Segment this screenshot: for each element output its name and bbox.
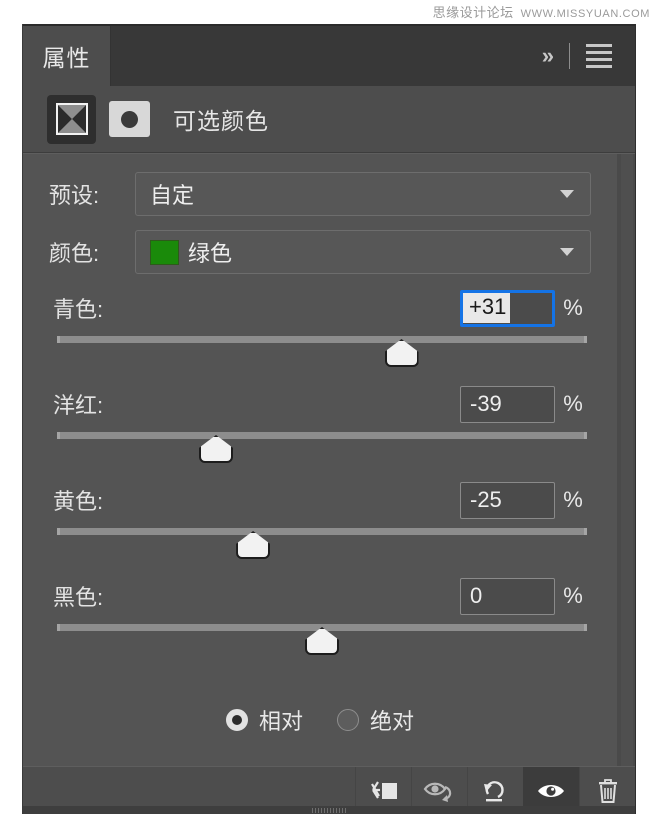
- slider-header-black: 黑色: 0%: [49, 576, 591, 616]
- radio-relative-button[interactable]: [225, 709, 248, 731]
- colors-dropdown[interactable]: 绿色: [135, 230, 591, 274]
- slider-value-magenta: -39: [470, 391, 502, 416]
- grip-lines: [312, 807, 346, 813]
- adjustment-title: 可选颜色: [173, 108, 269, 134]
- watermark-site-name: 思缘设计论坛: [432, 5, 514, 20]
- reset-arrow-icon: [483, 780, 504, 801]
- slider-track-wrap-yellow[interactable]: [57, 522, 587, 562]
- slider-header-magenta: 洋红: -39%: [49, 384, 591, 424]
- panel-body: 预设: 自定 颜色: 绿色 青色: +31 % 洋红: -39 % 黄色: -2…: [23, 153, 635, 766]
- slider-track-wrap-cyan[interactable]: [57, 330, 587, 370]
- slider-value-cyan: +31: [463, 293, 511, 323]
- colors-label: 颜色:: [49, 241, 100, 266]
- panel-controls: »: [538, 26, 635, 86]
- preset-row: 预设: 自定: [49, 172, 591, 216]
- slider-header-yellow: 黄色: -25%: [49, 480, 591, 520]
- slider-row-black: 黑色: 0%: [49, 576, 591, 658]
- slider-track-wrap-magenta[interactable]: [57, 426, 587, 466]
- slider-input-yellow[interactable]: -25: [460, 481, 555, 519]
- slider-row-magenta: 洋红: -39%: [49, 384, 591, 466]
- slider-row-cyan: 青色: +31%: [49, 288, 591, 370]
- slider-list: 青色: +31% 洋红: -39% 黄色: -25% 黑色: 0%: [49, 288, 591, 658]
- adjustment-title-strip: 可选颜色: [23, 86, 635, 153]
- slider-unit-black: %: [563, 583, 583, 608]
- slider-label-magenta: 洋红:: [53, 393, 104, 418]
- slider-track-magenta[interactable]: [57, 432, 587, 439]
- mask-dot: [121, 110, 138, 128]
- slider-input-black[interactable]: 0: [460, 577, 555, 615]
- slider-value-black: 0: [470, 583, 483, 608]
- chevron-down-icon: [560, 190, 574, 198]
- slider-track-wrap-black[interactable]: [57, 618, 587, 658]
- slider-track-yellow[interactable]: [57, 528, 587, 535]
- hamburger-menu-icon[interactable]: [583, 41, 615, 71]
- selective-color-adjustment-icon[interactable]: [47, 94, 96, 144]
- method-radio-group: 相对 绝对: [49, 704, 591, 736]
- preset-dropdown[interactable]: 自定: [135, 172, 591, 216]
- slider-label-black: 黑色:: [53, 585, 104, 610]
- tab-properties-label: 属性: [42, 45, 91, 71]
- screenshot-root: 思缘设计论坛 WWW.MISSYUAN.COM 属性 » 可选颜色 预设: 自定…: [0, 0, 658, 830]
- watermark-site-url: WWW.MISSYUAN.COM: [520, 8, 650, 20]
- colors-value: 绿色: [188, 241, 233, 266]
- eye-visibility-icon: [538, 784, 564, 797]
- panel-resize-grip[interactable]: [23, 806, 635, 814]
- preset-value: 自定: [150, 183, 195, 208]
- slider-label-cyan: 青色:: [53, 297, 104, 322]
- radio-relative[interactable]: 相对: [225, 704, 303, 736]
- panel-content: 预设: 自定 颜色: 绿色 青色: +31 % 洋红: -39 % 黄色: -2…: [23, 154, 617, 766]
- properties-panel: 属性 » 可选颜色 预设: 自定 颜色: 绿色 青色: +31 % 洋红: -3…: [22, 24, 636, 814]
- tab-bar-spacer: [111, 26, 538, 86]
- layer-mask-thumbnail-icon[interactable]: [109, 101, 150, 137]
- control-divider: [569, 43, 570, 69]
- clip-to-layer-icon: [370, 780, 397, 799]
- slider-unit-magenta: %: [563, 391, 583, 416]
- radio-absolute-button[interactable]: [337, 709, 359, 731]
- slider-header-cyan: 青色: +31%: [49, 288, 591, 328]
- slider-row-yellow: 黄色: -25%: [49, 480, 591, 562]
- eye-previous-state-icon: [423, 782, 451, 802]
- panel-tab-bar: 属性 »: [23, 24, 635, 86]
- colors-value-wrap: 绿色: [150, 236, 560, 268]
- slider-track-cyan[interactable]: [57, 336, 587, 343]
- color-swatch: [150, 239, 179, 265]
- chevron-down-icon: [560, 248, 574, 256]
- double-chevron-right-icon[interactable]: »: [538, 43, 556, 69]
- slider-label-yellow: 黄色:: [53, 489, 104, 514]
- watermark: 思缘设计论坛 WWW.MISSYUAN.COM: [433, 2, 650, 21]
- slider-input-cyan[interactable]: +31: [460, 289, 555, 327]
- slider-value-yellow: -25: [470, 487, 502, 512]
- vertical-scrollbar[interactable]: [617, 154, 635, 766]
- tab-properties[interactable]: 属性: [23, 26, 111, 86]
- scrollbar-thumb[interactable]: [621, 154, 633, 766]
- preset-label: 预设:: [49, 183, 100, 208]
- slider-unit-cyan: %: [563, 295, 583, 320]
- colors-row: 颜色: 绿色: [49, 230, 591, 274]
- radio-absolute[interactable]: 绝对: [337, 704, 414, 736]
- slider-input-magenta[interactable]: -39: [460, 385, 555, 423]
- radio-relative-label: 相对: [258, 709, 303, 734]
- trash-can-icon: [598, 778, 617, 803]
- slider-unit-yellow: %: [563, 487, 583, 512]
- radio-absolute-label: 绝对: [370, 709, 415, 734]
